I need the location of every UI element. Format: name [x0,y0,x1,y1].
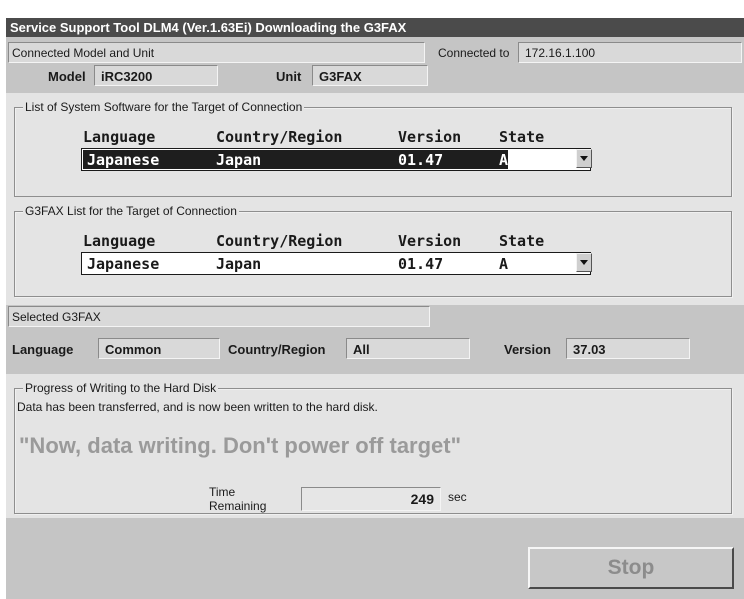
g3fax-list-panel: G3FAX List for the Target of Connection … [6,197,744,305]
selected-version-value: 37.03 [573,342,606,357]
selected-language-label: Language [12,342,74,357]
unit-field: G3FAX [312,65,428,86]
selected-version-label: Version [504,342,551,357]
system-software-dropdown-button[interactable] [576,149,592,168]
selected-country-field: All [346,338,470,359]
selected-section-header: Selected G3FAX [8,306,430,327]
header-version: Version [398,232,462,250]
model-field: iRC3200 [94,65,218,86]
g3-country: Japan [216,255,262,273]
selected-version-field: 37.03 [566,338,690,359]
header-country: Country/Region [216,232,343,250]
g3-state: A [499,255,509,273]
model-label: Model [48,69,86,84]
time-unit: sec [448,490,467,504]
connected-to-field: 172.16.1.100 [518,42,742,63]
progress-group-label: Progress of Writing to the Hard Disk [23,381,219,395]
system-software-group-label: List of System Software for the Target o… [23,100,305,114]
chevron-down-icon [580,260,588,265]
g3fax-list-group-label: G3FAX List for the Target of Connection [23,204,239,218]
connection-section-label: Connected Model and Unit [12,46,155,60]
header-version: Version [398,128,462,146]
header-state: State [499,128,545,146]
system-software-group: List of System Software for the Target o… [14,100,732,197]
time-remaining-field: 249 [301,487,441,511]
sw-state: A [499,151,509,169]
unit-value: G3FAX [319,69,362,84]
sw-country: Japan [216,151,262,169]
header-country: Country/Region [216,128,343,146]
connected-to-value: 172.16.1.100 [525,46,596,60]
header-language: Language [83,232,156,250]
selected-section-label: Selected G3FAX [12,310,101,324]
chevron-down-icon [580,156,588,161]
time-remaining-label: Time Remaining [209,485,267,513]
sw-language: Japanese [87,151,160,169]
header-state: State [499,232,545,250]
connection-section-header: Connected Model and Unit [8,42,425,63]
g3-language: Japanese [87,255,160,273]
selected-country-value: All [353,342,370,357]
g3fax-list-group: G3FAX List for the Target of Connection … [14,204,732,297]
model-value: iRC3200 [101,69,153,84]
progress-warning: "Now, data writing. Don't power off targ… [19,433,462,458]
system-software-panel: List of System Software for the Target o… [6,93,744,205]
sw-version: 01.47 [398,151,444,169]
connected-to-label: Connected to [438,46,510,60]
progress-message: Data has been transferred, and is now be… [17,400,378,414]
progress-group: Progress of Writing to the Hard Disk Dat… [14,381,732,514]
selected-language-value: Common [105,342,162,357]
system-software-selected-row: Japanese Japan 01.47 A [83,150,508,169]
stop-button[interactable]: Stop [528,547,734,589]
selected-country-label: Country/Region [228,342,326,357]
dlm4-window: Service Support Tool DLM4 (Ver.1.63Ei) D… [6,18,744,599]
header-language: Language [83,128,156,146]
g3fax-dropdown-button[interactable] [576,253,592,272]
system-software-combo[interactable]: Japanese Japan 01.47 A [81,148,592,171]
window-title: Service Support Tool DLM4 (Ver.1.63Ei) D… [6,18,744,37]
g3fax-combo[interactable]: Japanese Japan 01.47 A [81,252,592,275]
progress-panel: Progress of Writing to the Hard Disk Dat… [6,374,744,518]
unit-label: Unit [276,69,302,84]
g3-version: 01.47 [398,255,444,273]
selected-language-field: Common [98,338,220,359]
time-remaining-value: 249 [410,491,434,507]
